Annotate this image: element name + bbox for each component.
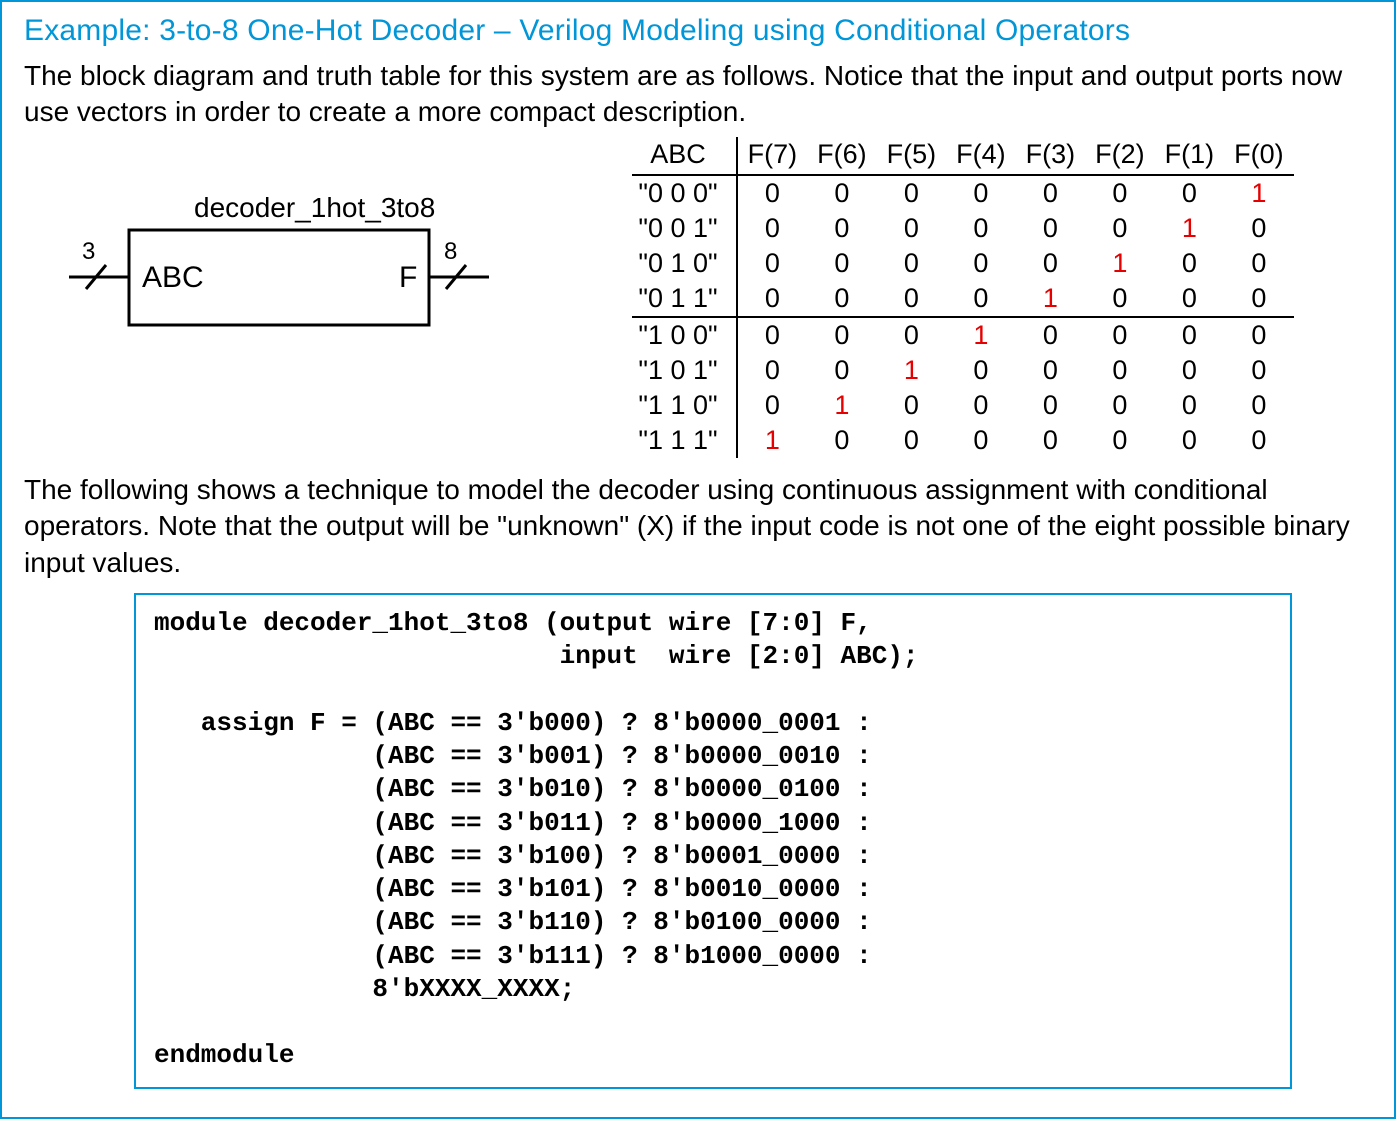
truth-table: ABCF(7)F(6)F(5)F(4)F(3)F(2)F(1)F(0) "0 0 …: [554, 137, 1372, 458]
truth-table-output-value: 0: [737, 211, 808, 246]
truth-table-output-value: 1: [807, 388, 877, 423]
truth-table-output-value: 1: [1155, 211, 1225, 246]
truth-table-output-value: 0: [1016, 175, 1086, 211]
truth-table-output-value: 0: [1224, 281, 1294, 317]
truth-table-output-value: 0: [1155, 353, 1225, 388]
truth-table-input-value: "0 1 1": [632, 281, 736, 317]
truth-table-output-value: 0: [737, 388, 808, 423]
truth-table-output-value: 0: [1155, 388, 1225, 423]
module-label: decoder_1hot_3to8: [194, 192, 435, 223]
truth-table-output-value: 0: [1224, 246, 1294, 281]
truth-table-header-output: F(3): [1016, 137, 1086, 175]
truth-table-output-value: 0: [1016, 211, 1086, 246]
intro-paragraph: The block diagram and truth table for th…: [24, 58, 1372, 131]
truth-table-output-value: 0: [1016, 388, 1086, 423]
truth-table-output-value: 0: [1224, 353, 1294, 388]
truth-table-output-value: 1: [1224, 175, 1294, 211]
truth-table-output-value: 0: [1155, 175, 1225, 211]
truth-table-header-output: F(7): [737, 137, 808, 175]
truth-table-output-value: 0: [946, 211, 1016, 246]
code-intro-paragraph: The following shows a technique to model…: [24, 472, 1372, 581]
truth-table-output-value: 0: [946, 353, 1016, 388]
truth-table-header-output: F(5): [877, 137, 947, 175]
truth-table-output-value: 0: [1224, 211, 1294, 246]
truth-table-input-value: "1 1 0": [632, 388, 736, 423]
truth-table-output-value: 0: [1085, 353, 1155, 388]
truth-table-output-value: 0: [877, 317, 947, 353]
truth-table-output-value: 0: [946, 175, 1016, 211]
truth-table-header-output: F(0): [1224, 137, 1294, 175]
truth-table-output-value: 0: [1016, 246, 1086, 281]
truth-table-input-value: "0 0 0": [632, 175, 736, 211]
truth-table-output-value: 0: [1224, 423, 1294, 458]
input-width: 3: [82, 238, 95, 265]
truth-table-output-value: 0: [946, 281, 1016, 317]
truth-table-output-value: 0: [1016, 317, 1086, 353]
truth-table-output-value: 0: [877, 281, 947, 317]
truth-table-output-value: 0: [1224, 317, 1294, 353]
verilog-code: module decoder_1hot_3to8 (output wire [7…: [134, 593, 1292, 1089]
truth-table-output-value: 0: [737, 353, 808, 388]
truth-table-output-value: 0: [1155, 317, 1225, 353]
truth-table-output-value: 0: [946, 246, 1016, 281]
truth-table-header-output: F(2): [1085, 137, 1155, 175]
truth-table-output-value: 0: [1085, 281, 1155, 317]
truth-table-input-value: "1 0 0": [632, 317, 736, 353]
truth-table-output-value: 0: [807, 211, 877, 246]
truth-table-output-value: 0: [1085, 388, 1155, 423]
diagram-and-table-row: decoder_1hot_3to8 ABC F 3 8 ABCF(7)F(6)F…: [24, 137, 1372, 458]
truth-table-output-value: 0: [1085, 175, 1155, 211]
truth-table-output-value: 0: [877, 211, 947, 246]
truth-table-output-value: 1: [1085, 246, 1155, 281]
truth-table-output-value: 0: [807, 281, 877, 317]
output-port-label: F: [399, 261, 417, 294]
truth-table-output-value: 0: [1085, 211, 1155, 246]
output-width: 8: [444, 238, 457, 265]
truth-table-output-value: 0: [877, 246, 947, 281]
truth-table-output-value: 1: [1016, 281, 1086, 317]
truth-table-output-value: 0: [1224, 388, 1294, 423]
truth-table-output-value: 0: [1155, 423, 1225, 458]
truth-table-input-value: "0 1 0": [632, 246, 736, 281]
truth-table-output-value: 0: [737, 246, 808, 281]
truth-table-output-value: 1: [877, 353, 947, 388]
truth-table-output-value: 0: [807, 175, 877, 211]
truth-table-output-value: 0: [737, 281, 808, 317]
truth-table-output-value: 0: [807, 423, 877, 458]
example-frame: Example: 3-to-8 One-Hot Decoder – Verilo…: [0, 0, 1396, 1119]
truth-table-output-value: 0: [807, 246, 877, 281]
truth-table-output-value: 0: [1016, 353, 1086, 388]
truth-table-output-value: 0: [877, 423, 947, 458]
truth-table-header-output: F(4): [946, 137, 1016, 175]
input-port-label: ABC: [142, 261, 204, 294]
truth-table-output-value: 0: [1155, 246, 1225, 281]
truth-table-output-value: 0: [807, 317, 877, 353]
truth-table-header-output: F(1): [1155, 137, 1225, 175]
truth-table-header-output: F(6): [807, 137, 877, 175]
truth-table-output-value: 0: [807, 353, 877, 388]
truth-table-output-value: 0: [1155, 281, 1225, 317]
truth-table-output-value: 1: [737, 423, 808, 458]
truth-table-output-value: 0: [737, 317, 808, 353]
block-diagram: decoder_1hot_3to8 ABC F 3 8: [24, 137, 554, 382]
truth-table-output-value: 0: [877, 388, 947, 423]
truth-table-output-value: 0: [946, 423, 1016, 458]
truth-table-output-value: 0: [946, 388, 1016, 423]
truth-table-header-input: ABC: [632, 137, 736, 175]
example-title: Example: 3-to-8 One-Hot Decoder – Verilo…: [24, 14, 1372, 48]
truth-table-input-value: "0 0 1": [632, 211, 736, 246]
truth-table-output-value: 1: [946, 317, 1016, 353]
truth-table-input-value: "1 1 1": [632, 423, 736, 458]
truth-table-output-value: 0: [1016, 423, 1086, 458]
truth-table-output-value: 0: [877, 175, 947, 211]
truth-table-output-value: 0: [1085, 423, 1155, 458]
truth-table-output-value: 0: [1085, 317, 1155, 353]
truth-table-input-value: "1 0 1": [632, 353, 736, 388]
truth-table-output-value: 0: [737, 175, 808, 211]
